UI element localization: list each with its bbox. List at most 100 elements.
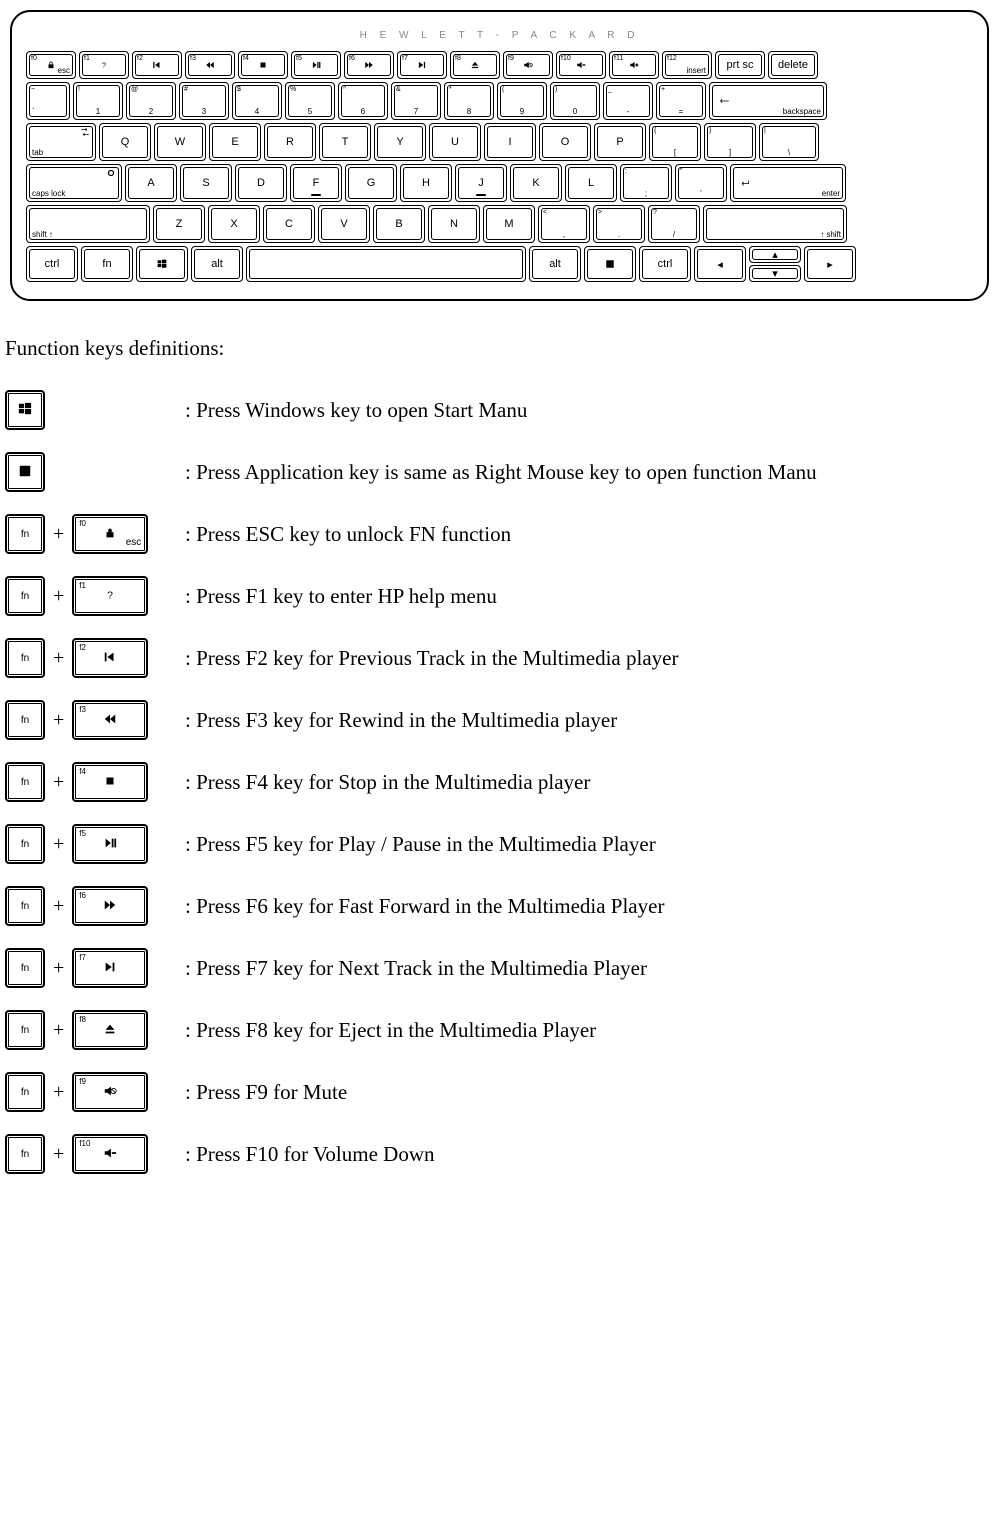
definition-text: : Press F1 key to enter HP help menu [185, 584, 497, 609]
eject-icon [102, 1018, 118, 1042]
keycap: f8 [72, 1010, 148, 1050]
definition-text: : Press F5 key for Play / Pause in the M… [185, 832, 656, 857]
next-icon [102, 956, 118, 980]
definition-row: fn+f10: Press F10 for Volume Down [5, 1123, 999, 1185]
key: ^6 [338, 82, 388, 120]
defs-title: Function keys definitions: [5, 336, 999, 361]
definition-row: fn+f4: Press F4 key for Stop in the Mult… [5, 751, 999, 813]
keycap: fn [5, 886, 45, 926]
key: E [209, 123, 261, 161]
keycap: fn [5, 948, 45, 988]
key: f4 [238, 51, 288, 79]
keycap: f1? [72, 576, 148, 616]
definition-text: : Press Windows key to open Start Manu [185, 398, 527, 423]
win-icon [17, 398, 33, 422]
definition-row: fn+f9: Press F9 for Mute [5, 1061, 999, 1123]
key: I [484, 123, 536, 161]
key: *8 [444, 82, 494, 120]
key: f6 [344, 51, 394, 79]
key: !1 [73, 82, 123, 120]
lock-icon [102, 522, 118, 546]
keycap: fn [5, 700, 45, 740]
key: )0 [550, 82, 600, 120]
key: :; [620, 164, 672, 202]
definition-row: : Press Application key is same as Right… [5, 441, 999, 503]
keycap: fn [5, 824, 45, 864]
key: shift ↑ [26, 205, 150, 243]
key: %5 [285, 82, 335, 120]
plus-symbol: + [53, 585, 64, 608]
definition-row: fn+f6: Press F6 key for Fast Forward in … [5, 875, 999, 937]
key: f5 [291, 51, 341, 79]
key: f8 [450, 51, 500, 79]
key: Q [99, 123, 151, 161]
key: R [264, 123, 316, 161]
plus-symbol: + [53, 895, 64, 918]
keycap: fn [5, 514, 45, 554]
help-icon: ? [102, 584, 118, 608]
key: alt [191, 246, 243, 282]
key: U [429, 123, 481, 161]
key: T [319, 123, 371, 161]
arrow-key: ▴ [749, 246, 801, 263]
key [584, 246, 636, 282]
key: f10 [556, 51, 606, 79]
key: _- [603, 82, 653, 120]
key: #3 [179, 82, 229, 120]
plus-symbol: + [53, 833, 64, 856]
keycap: fn [5, 762, 45, 802]
definition-text: : Press ESC key to unlock FN function [185, 522, 511, 547]
stop-icon [102, 770, 118, 794]
keycap: f3 [72, 700, 148, 740]
key: D [235, 164, 287, 202]
definition-text: : Press F9 for Mute [185, 1080, 347, 1105]
prev-icon [102, 646, 118, 670]
key: ~` [26, 82, 70, 120]
key: H [400, 164, 452, 202]
plus-symbol: + [53, 957, 64, 980]
definition-text: : Press F8 key for Eject in the Multimed… [185, 1018, 596, 1043]
key: @2 [126, 82, 176, 120]
key: S [180, 164, 232, 202]
key: &7 [391, 82, 441, 120]
key: G [345, 164, 397, 202]
key: f9 [503, 51, 553, 79]
rew-icon [102, 708, 118, 732]
definition-row: fn+f7: Press F7 key for Next Track in th… [5, 937, 999, 999]
key: f2 [132, 51, 182, 79]
key: f11 [609, 51, 659, 79]
key: ↑ shift [703, 205, 847, 243]
keycap [5, 452, 45, 492]
key: fn [81, 246, 133, 282]
key: backspace [709, 82, 827, 120]
key: ◂ [694, 246, 746, 282]
definition-row: fn + f5 : Press F5 key for Play / Pause in … [5, 813, 999, 875]
key: X [208, 205, 260, 243]
svg-text:?: ? [102, 61, 106, 70]
keycap: fn [5, 1010, 45, 1050]
plus-symbol: + [53, 523, 64, 546]
key: enter [730, 164, 846, 202]
key: F [290, 164, 342, 202]
keycap: f10 [72, 1134, 148, 1174]
definition-text: : Press F3 key for Rewind in the Multime… [185, 708, 617, 733]
key: tab [26, 123, 96, 161]
keyboard-diagram: H E W L E T T - P A C K A R D f0escf1?f2… [10, 10, 989, 301]
keycap: f5 [72, 824, 148, 864]
key: M [483, 205, 535, 243]
keycap: fn [5, 1072, 45, 1112]
key: A [125, 164, 177, 202]
keycap: fn [5, 576, 45, 616]
plus-symbol: + [53, 709, 64, 732]
brand-text: H E W L E T T - P A C K A R D [26, 30, 973, 41]
svg-text:?: ? [107, 590, 113, 602]
definition-row: : Press Windows key to open Start Manu [5, 379, 999, 441]
plus-symbol: + [53, 771, 64, 794]
keycap [5, 390, 45, 430]
definition-text: : Press F4 key for Stop in the Multimedi… [185, 770, 590, 795]
definition-text: : Press F7 key for Next Track in the Mul… [185, 956, 647, 981]
keycap: f2 [72, 638, 148, 678]
key: }] [704, 123, 756, 161]
key: C [263, 205, 315, 243]
definition-text: : Press F10 for Volume Down [185, 1142, 435, 1167]
